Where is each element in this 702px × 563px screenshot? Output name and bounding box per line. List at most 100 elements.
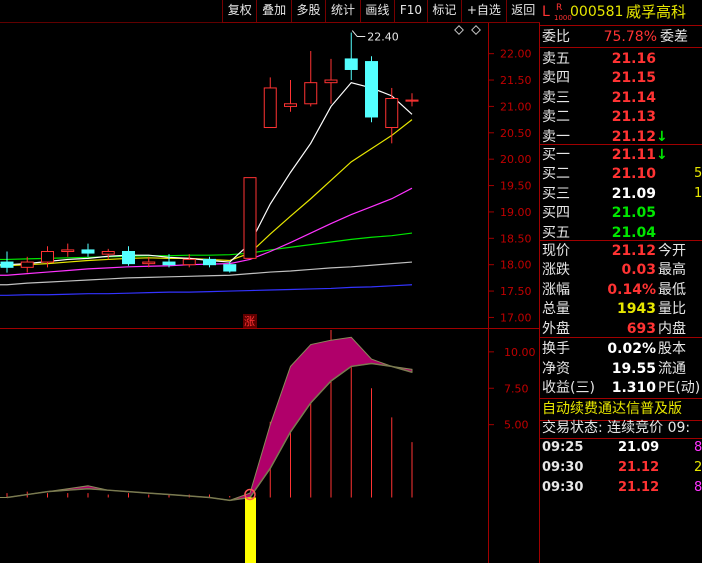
bids-row[interactable]: 买一 21.11 ↓ <box>540 145 702 165</box>
candle-body[interactable] <box>162 261 176 266</box>
bids-row[interactable]: 买四 21.05 <box>540 203 702 223</box>
bids-row[interactable]: 买二 21.10 5 <box>540 164 702 184</box>
diamond-icon[interactable] <box>454 25 464 35</box>
weibi-row: 委比 75.78% 委差 <box>540 27 702 47</box>
multi-stock-button[interactable]: 多股 <box>290 0 325 22</box>
stats-value: 0.02% <box>607 341 656 357</box>
chart-svg[interactable]: 22.00 21.50 21.00 20.50 20.00 19.50 19.00 18.50… <box>0 0 540 563</box>
bids-row[interactable]: 买三 21.09 1 <box>540 184 702 204</box>
bids-price: 21.10 <box>611 166 656 183</box>
statistics-button[interactable]: 统计 <box>325 0 359 22</box>
asks-label: 卖五 <box>542 51 570 67</box>
stock-name[interactable]: 威孚高科 <box>626 2 686 22</box>
tick-row: 09:25 21.09 8 <box>540 438 702 458</box>
tick-extra: 8 <box>694 479 702 495</box>
stock-code[interactable]: 000581 <box>570 2 623 22</box>
candle-body[interactable] <box>324 79 338 84</box>
asks-label: 卖一 <box>542 128 570 145</box>
overlay-button[interactable]: 叠加 <box>256 0 290 22</box>
price-axis-label: 18.00 <box>500 259 532 272</box>
candle-body[interactable] <box>243 177 257 259</box>
candle-body[interactable] <box>61 249 75 252</box>
trade-status-text: 交易状态: 连续竞价 09: <box>542 420 691 436</box>
candle-body[interactable] <box>344 58 358 70</box>
promo-banner[interactable]: 自动续费通达信普及版 <box>540 399 702 420</box>
diamond-icon[interactable] <box>471 25 481 35</box>
candle-body[interactable] <box>41 251 54 263</box>
stats-value: 1.310 <box>611 380 656 396</box>
indicator-signal-bar <box>245 497 256 563</box>
kline-chart[interactable]: 22.00 21.50 21.00 20.50 20.00 19.50 19.00 18.50… <box>0 0 540 563</box>
candle-body[interactable] <box>81 249 95 254</box>
candle-body[interactable] <box>385 98 399 129</box>
quote-value: 693 <box>626 320 656 337</box>
restore-rights-button[interactable]: 复权 <box>222 0 256 22</box>
stats-row: 换手 0.02% 股本 <box>540 339 702 359</box>
bids-price: 21.05 <box>611 205 656 222</box>
weibi-value: 75.78% <box>603 29 657 45</box>
bids-price: 21.11 <box>611 147 656 163</box>
price-axis-label: 17.00 <box>500 311 532 324</box>
candle-body[interactable] <box>304 82 318 105</box>
asks-row[interactable]: 卖四 21.15 <box>540 68 702 88</box>
quote-label: 总量 <box>542 301 570 318</box>
bids-label: 买一 <box>542 147 570 163</box>
stats-label: 收益(三) <box>542 380 595 396</box>
price-axis-label: 21.00 <box>500 100 532 113</box>
promo-text[interactable]: 自动续费通达信普及版 <box>542 399 682 420</box>
candle-body[interactable] <box>101 251 115 255</box>
price-axis-label: 20.00 <box>500 153 532 166</box>
asks-label: 卖四 <box>542 70 570 87</box>
candle-body[interactable] <box>142 261 156 265</box>
down-arrow-icon: ↓ <box>656 128 668 145</box>
candle-body[interactable] <box>284 103 297 107</box>
quote-value: 21.12 <box>611 243 656 259</box>
toolbar: 复权 叠加 多股 统计 画线 F10 标记 +自选 返回 <box>222 0 540 23</box>
bids-label: 买四 <box>542 205 570 222</box>
ma60-line <box>0 261 413 286</box>
quote-label2: 内盘 <box>658 320 686 337</box>
price-axis-label: 19.00 <box>500 206 532 219</box>
quote-label: 外盘 <box>542 320 570 337</box>
ma30-line <box>0 232 413 261</box>
candle-body[interactable] <box>182 258 196 266</box>
bids-price: 21.04 <box>611 224 656 241</box>
candle-body[interactable] <box>20 261 34 268</box>
weibi-label: 委比 <box>542 29 570 45</box>
asks-row[interactable]: 卖三 21.14 <box>540 88 702 108</box>
back-button[interactable]: 返回 <box>505 0 540 22</box>
stats-label2: 流通 <box>658 360 686 377</box>
candle-body[interactable] <box>203 258 216 266</box>
quote-label: 涨跌 <box>542 262 570 279</box>
bids-row[interactable]: 买五 21.04 <box>540 223 702 243</box>
limit-up-label: 涨 <box>244 315 255 328</box>
tick-row: 09:30 21.12 2 <box>540 458 702 478</box>
asks-price: 21.14 <box>611 89 656 106</box>
quote-label: 涨幅 <box>542 281 570 298</box>
indicator-axis-label: 7.50 <box>504 382 529 395</box>
candle-body[interactable] <box>122 251 135 265</box>
mark-button[interactable]: 标记 <box>426 0 461 22</box>
f10-button[interactable]: F10 <box>394 0 427 22</box>
quote-value: 0.14% <box>607 281 656 298</box>
add-watchlist-button[interactable]: +自选 <box>461 0 505 22</box>
quote-label2: 最低 <box>658 281 686 298</box>
bids-label: 买二 <box>542 166 570 183</box>
candle-body[interactable] <box>0 261 14 268</box>
candle-body[interactable] <box>365 61 378 118</box>
candle-body[interactable] <box>263 87 277 129</box>
candle-body[interactable] <box>405 99 419 102</box>
high-price-label: 22.40 <box>367 31 399 44</box>
tick-time: 09:30 <box>542 479 584 495</box>
market-prefix: L <box>542 4 550 20</box>
asks-label: 卖三 <box>542 89 570 106</box>
bids-extra: 5 <box>694 166 702 182</box>
draw-line-button[interactable]: 画线 <box>359 0 394 22</box>
bids-label: 买三 <box>542 185 570 202</box>
indicator-band <box>0 336 413 501</box>
quote-row: 涨幅 0.14% 最低 <box>540 280 702 300</box>
asks-row[interactable]: 卖一 21.12 ↓ <box>540 127 702 147</box>
asks-row[interactable]: 卖五 21.16 <box>540 49 702 69</box>
asks-row[interactable]: 卖二 21.13 <box>540 107 702 127</box>
candle-body[interactable] <box>223 264 237 272</box>
